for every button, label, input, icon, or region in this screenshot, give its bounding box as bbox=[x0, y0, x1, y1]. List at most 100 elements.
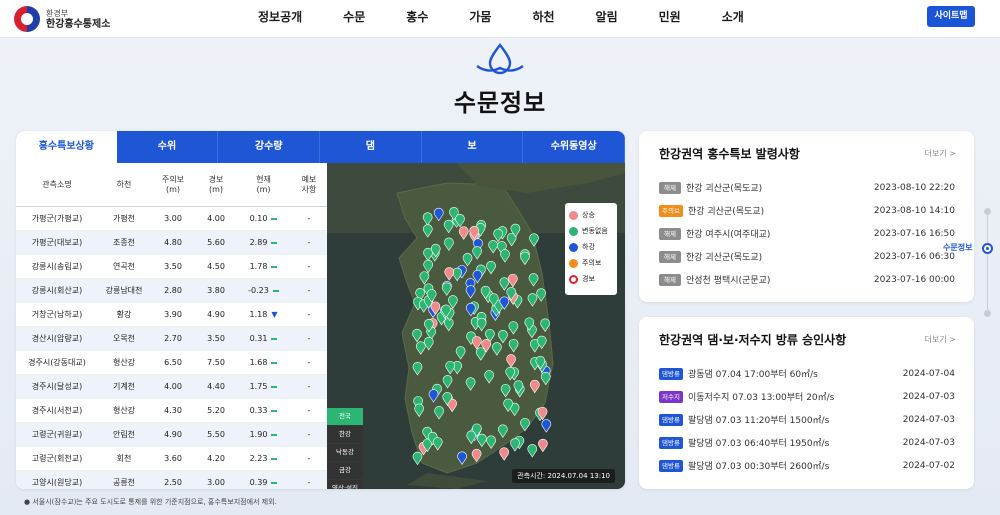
current-cell-text: 1.90 bbox=[249, 430, 268, 439]
col-forecast: 예보 사항 bbox=[301, 174, 317, 194]
list-item[interactable]: 댐방류 팔당댐 07.03 00:30부터 2600㎥/s 2024-07-02 bbox=[659, 454, 955, 477]
steady-dash-icon bbox=[271, 361, 278, 364]
status-badge: 해제 bbox=[659, 250, 681, 263]
table-row[interactable]: 경주시(달성교) 기계천 4.00 4.40 1.75 - bbox=[16, 375, 327, 399]
item-text: 이동저수지 07.03 13:00부터 20㎥/s bbox=[687, 393, 835, 403]
nav-item-notice[interactable]: 알림 bbox=[596, 8, 618, 25]
nav-item-about[interactable]: 소개 bbox=[722, 8, 744, 25]
item-date: 2023-07-16 00:00 bbox=[873, 274, 955, 285]
current-cell-text: 0.31 bbox=[249, 334, 268, 343]
current-cell: -0.23 bbox=[236, 286, 291, 295]
list-item[interactable]: 댐방류 팔당댐 07.03 11:20부터 1500㎥/s 2024-07-03 bbox=[659, 408, 955, 431]
flood-more-link[interactable]: 더보기 > bbox=[925, 148, 956, 159]
warn-cell-text: 4.40 bbox=[207, 382, 225, 391]
river-cell: 회천 bbox=[98, 453, 150, 464]
list-item[interactable]: 댐방류 팔당댐 07.03 06:40부터 1950㎥/s 2024-07-03 bbox=[659, 431, 955, 454]
nav-item-civil[interactable]: 민원 bbox=[659, 8, 681, 25]
col-warn: 경보 (m) bbox=[208, 174, 224, 194]
watch-cell: 4.00 bbox=[150, 382, 196, 391]
nav-item-info[interactable]: 정보공개 bbox=[258, 8, 302, 25]
station-cell: 가평군(대보교) bbox=[16, 237, 98, 248]
item-text: 팔당댐 07.03 00:30부터 2600㎥/s bbox=[687, 462, 830, 472]
section-indicator-line bbox=[987, 212, 988, 312]
status-badge: 해제 bbox=[659, 181, 681, 194]
status-badge: 댐방류 bbox=[659, 367, 683, 380]
steady-dash-icon bbox=[271, 265, 278, 268]
current-cell: 1.90 bbox=[236, 430, 291, 439]
region-han-button[interactable]: 한강 bbox=[327, 426, 363, 443]
table-body: 가평군(가평교) 가평천 3.00 4.00 0.10 - 가평군(대보교) 조종천 4.80 5… bbox=[16, 207, 327, 489]
river-cell: 연곡천 bbox=[98, 261, 150, 272]
list-item[interactable]: 해제 안성천 평택시(군문교) 2023-07-16 00:00 bbox=[659, 268, 955, 291]
table-row[interactable]: 거창군(남하교) 황강 3.90 4.90 1.18 ▼ - bbox=[16, 303, 327, 327]
watch-cell-text: 4.90 bbox=[164, 430, 182, 439]
table-row[interactable]: 가평군(가평교) 가평천 3.00 4.00 0.10 - bbox=[16, 207, 327, 231]
current-cell: 0.31 bbox=[236, 334, 291, 343]
region-yeongsan-button[interactable]: 영산·섬진 bbox=[327, 480, 363, 489]
section-dot-active[interactable] bbox=[982, 243, 993, 254]
nav-item-flood[interactable]: 홍수 bbox=[406, 8, 428, 25]
river-cell-text: 가평천 bbox=[112, 214, 136, 223]
current-cell: 0.39 bbox=[236, 478, 291, 487]
tab-weir[interactable]: 보 bbox=[422, 131, 524, 163]
triangle-down-icon bbox=[569, 242, 578, 252]
region-geum-button[interactable]: 금강 bbox=[327, 462, 363, 479]
list-item[interactable]: 댐방류 광동댐 07.04 17:00부터 60㎥/s 2024-07-04 bbox=[659, 362, 955, 385]
warn-cell-text: 5.60 bbox=[207, 238, 225, 247]
list-item[interactable]: 해제 한강 괴산군(목도교) 2023-07-16 06:30 bbox=[659, 245, 955, 268]
steady-dash-icon bbox=[271, 433, 278, 436]
logo[interactable]: 환경부 한강홍수통제소 bbox=[14, 6, 110, 32]
table-row[interactable]: 가평군(대보교) 조종천 4.80 5.60 2.89 - bbox=[16, 231, 327, 255]
watch-cell: 3.50 bbox=[150, 262, 196, 271]
table-row[interactable]: 경산시(압량교) 오목천 2.70 3.50 0.31 - bbox=[16, 327, 327, 351]
region-all-button[interactable]: 전국 bbox=[327, 408, 363, 425]
warn-cell-text: 5.50 bbox=[207, 430, 225, 439]
tab-rainfall[interactable]: 강수량 bbox=[218, 131, 321, 163]
item-date: 2024-07-03 bbox=[902, 391, 955, 402]
table-row[interactable]: 고양시(원당교) 공릉천 2.50 3.00 0.39 - bbox=[16, 471, 327, 489]
table-row[interactable]: 강릉시(회산교) 강릉남대천 2.80 3.80 -0.23 - bbox=[16, 279, 327, 303]
forecast-cell-text: - bbox=[307, 430, 311, 439]
current-cell: 0.33 bbox=[236, 406, 291, 415]
list-item[interactable]: 저수지 이동저수지 07.03 13:00부터 20㎥/s 2024-07-03 bbox=[659, 385, 955, 408]
warn-cell: 3.00 bbox=[196, 478, 236, 487]
station-cell: 고령군(귀원교) bbox=[16, 429, 98, 440]
tab-dam[interactable]: 댐 bbox=[320, 131, 422, 163]
warn-cell-text: 4.00 bbox=[207, 214, 225, 223]
forecast-cell: - bbox=[291, 430, 327, 439]
dam-more-link[interactable]: 더보기 > bbox=[925, 334, 956, 345]
table-row[interactable]: 경주시(강동대교) 형산강 6.50 7.50 1.68 - bbox=[16, 351, 327, 375]
river-cell: 오목천 bbox=[98, 333, 150, 344]
list-item[interactable]: 주의보 한강 괴산군(목도교) 2023-08-10 14:10 bbox=[659, 199, 955, 222]
table-row[interactable]: 경주시(서천교) 형산강 4.30 5.20 0.33 - bbox=[16, 399, 327, 423]
list-item[interactable]: 해제 한강 여주시(여주대교) 2023-07-16 16:50 bbox=[659, 222, 955, 245]
table-row[interactable]: 고령군(귀원교) 안림천 4.90 5.50 1.90 - bbox=[16, 423, 327, 447]
tab-water-level[interactable]: 수위 bbox=[117, 131, 219, 163]
nav-item-drought[interactable]: 가뭄 bbox=[469, 8, 491, 25]
forecast-cell: - bbox=[291, 454, 327, 463]
section-dot[interactable] bbox=[984, 310, 991, 317]
col-watch: 주의보 (m) bbox=[161, 174, 185, 194]
watch-cell: 3.60 bbox=[150, 454, 196, 463]
forecast-cell-text: - bbox=[307, 214, 311, 223]
region-nakdong-button[interactable]: 낙동강 bbox=[327, 444, 363, 461]
list-item[interactable]: 해제 한강 괴산군(목도교) 2023-08-10 22:20 bbox=[659, 176, 955, 199]
steady-dash-icon bbox=[271, 409, 278, 412]
station-cell-text: 고양시(원당교) bbox=[31, 478, 83, 487]
tab-flood-warning[interactable]: 홍수특보상황 bbox=[16, 131, 117, 163]
nav-item-hydrology[interactable]: 수문 bbox=[343, 8, 365, 25]
watch-cell: 4.80 bbox=[150, 238, 196, 247]
item-date: 2024-07-03 bbox=[902, 437, 955, 448]
nav-item-river[interactable]: 하천 bbox=[532, 8, 554, 25]
legend-label: 상승 bbox=[582, 211, 595, 219]
triangle-up-icon bbox=[569, 210, 578, 220]
table-row[interactable]: 고령군(회천교) 회천 3.60 4.20 2.23 - bbox=[16, 447, 327, 471]
station-map[interactable]: 상승 변동없음 하강 주의보 경보 전국 한강 낙동강 금강 영산·섬진 관측시… bbox=[327, 163, 625, 489]
station-cell-text: 고령군(회천교) bbox=[31, 454, 83, 463]
page-title: 수문정보 bbox=[453, 89, 547, 117]
table-row[interactable]: 강릉시(송림교) 연곡천 3.50 4.50 1.78 - bbox=[16, 255, 327, 279]
section-dot[interactable] bbox=[984, 208, 991, 215]
item-text: 한강 여주시(여주대교) bbox=[686, 230, 771, 240]
sitemap-button[interactable]: 사이트맵 bbox=[927, 6, 975, 27]
tab-video[interactable]: 수위동영상 bbox=[523, 131, 625, 163]
